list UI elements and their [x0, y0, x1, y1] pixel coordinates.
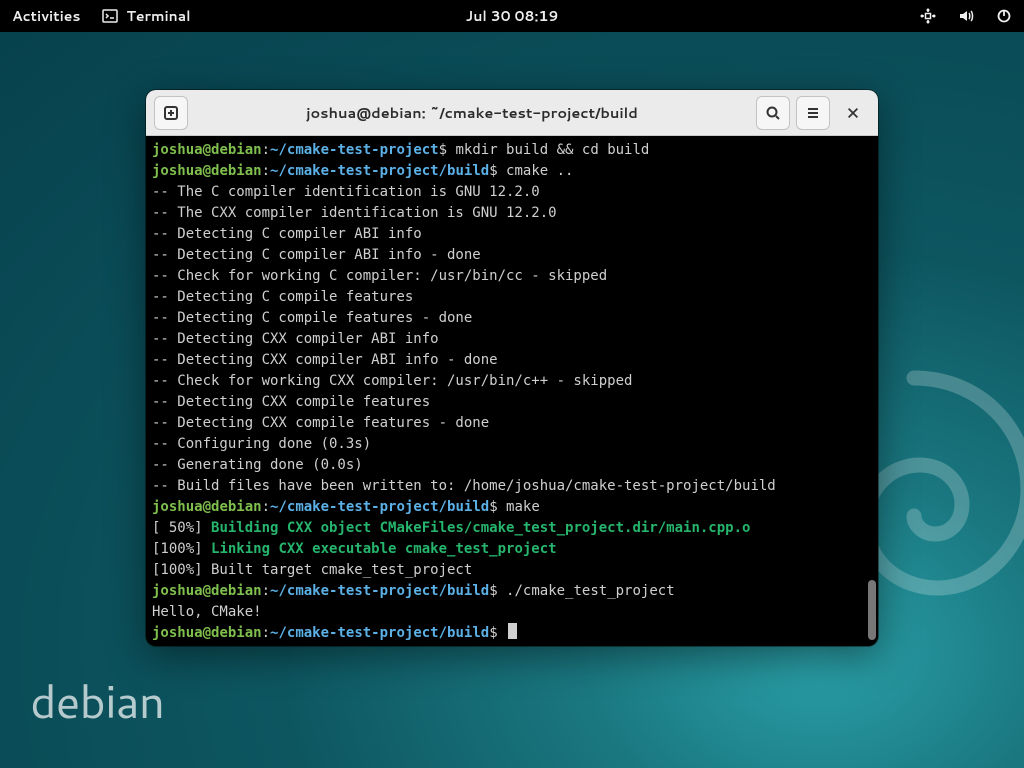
prompt-line: joshua@debian:~/cmake-test-project$ mkdi…	[152, 140, 872, 161]
output-line: -- The C compiler identification is GNU …	[152, 182, 872, 203]
debian-wordmark: debian	[30, 668, 164, 733]
terminal-icon	[102, 8, 118, 24]
clock[interactable]: Jul 30 08:19	[466, 6, 559, 26]
output-line: -- Build files have been written to: /ho…	[152, 476, 872, 497]
cursor	[508, 623, 517, 639]
window-titlebar[interactable]: joshua@debian: ~/cmake-test-project/buil…	[146, 90, 878, 136]
power-icon[interactable]	[996, 8, 1012, 24]
output-line: -- Configuring done (0.3s)	[152, 434, 872, 455]
output-line: -- The CXX compiler identification is GN…	[152, 203, 872, 224]
close-button[interactable]	[836, 96, 870, 130]
active-app-indicator[interactable]: Terminal	[102, 6, 190, 26]
activities-button[interactable]: Activities	[12, 6, 80, 26]
output-line: -- Detecting CXX compiler ABI info - don…	[152, 350, 872, 371]
output-line: -- Detecting CXX compiler ABI info	[152, 329, 872, 350]
output-line: [100%] Linking CXX executable cmake_test…	[152, 539, 872, 560]
output-line: -- Check for working C compiler: /usr/bi…	[152, 266, 872, 287]
output-line: -- Detecting CXX compile features	[152, 392, 872, 413]
output-line: -- Detecting C compile features - done	[152, 308, 872, 329]
terminal-content[interactable]: joshua@debian:~/cmake-test-project$ mkdi…	[146, 136, 878, 646]
output-line: -- Detecting C compile features	[152, 287, 872, 308]
terminal-window: joshua@debian: ~/cmake-test-project/buil…	[146, 90, 878, 646]
prompt-line: joshua@debian:~/cmake-test-project/build…	[152, 497, 872, 518]
output-line: [100%] Built target cmake_test_project	[152, 560, 872, 581]
menu-button[interactable]	[796, 96, 830, 130]
output-line: -- Detecting CXX compile features - done	[152, 413, 872, 434]
output-line: -- Generating done (0.0s)	[152, 455, 872, 476]
window-title: joshua@debian: ~/cmake-test-project/buil…	[194, 102, 750, 123]
output-line: -- Detecting C compiler ABI info	[152, 224, 872, 245]
output-line: [ 50%] Building CXX object CMakeFiles/cm…	[152, 518, 872, 539]
prompt-line: joshua@debian:~/cmake-test-project/build…	[152, 161, 872, 182]
network-icon[interactable]	[920, 8, 936, 24]
output-line: -- Detecting C compiler ABI info - done	[152, 245, 872, 266]
prompt-line: joshua@debian:~/cmake-test-project/build…	[152, 581, 872, 602]
output-line: Hello, CMake!	[152, 602, 872, 623]
search-button[interactable]	[756, 96, 790, 130]
new-tab-button[interactable]	[154, 96, 188, 130]
active-app-label: Terminal	[126, 6, 190, 26]
gnome-topbar: Activities Terminal Jul 30 08:19	[0, 0, 1024, 32]
scrollbar-thumb[interactable]	[868, 580, 876, 640]
volume-icon[interactable]	[958, 8, 974, 24]
prompt-line: joshua@debian:~/cmake-test-project/build…	[152, 623, 872, 644]
output-line: -- Check for working CXX compiler: /usr/…	[152, 371, 872, 392]
